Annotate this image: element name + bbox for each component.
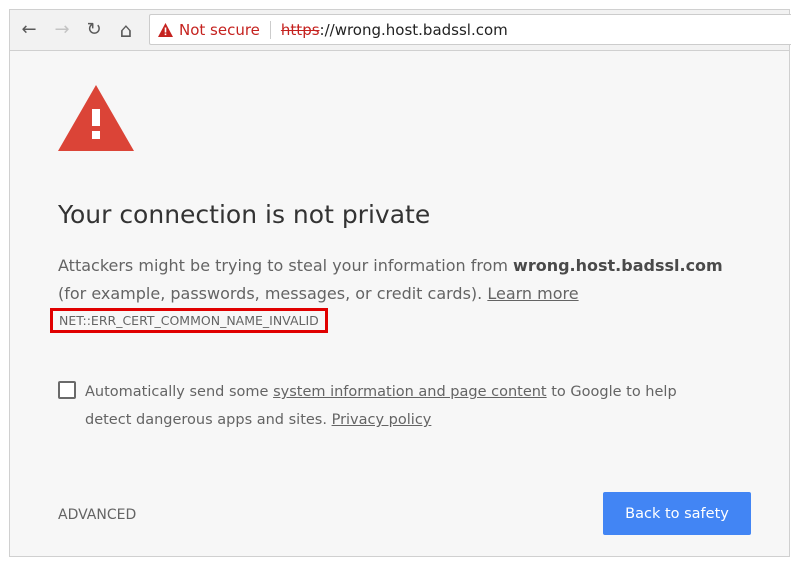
system-info-link[interactable]: system information and page content: [273, 384, 547, 400]
learn-more-link[interactable]: Learn more: [487, 284, 578, 303]
send-info-checkbox[interactable]: [58, 381, 76, 399]
description: Attackers might be trying to steal your …: [58, 252, 738, 308]
checkbox-label: Automatically send some system informati…: [85, 378, 725, 434]
advanced-button[interactable]: ADVANCED: [58, 507, 136, 523]
interstitial-content: Your connection is not private Attackers…: [10, 10, 789, 556]
desc-text-2: (for example, passwords, messages, or cr…: [58, 284, 488, 303]
back-to-safety-button[interactable]: Back to safety: [603, 492, 751, 535]
cb-text: Automatically send some: [85, 384, 274, 400]
desc-host: wrong.host.badssl.com: [513, 256, 723, 275]
privacy-policy-link[interactable]: Privacy policy: [332, 412, 432, 428]
error-code: NET::ERR_CERT_COMMON_NAME_INVALID: [50, 308, 328, 333]
desc-text: Attackers might be trying to steal your …: [58, 256, 514, 275]
page-title: Your connection is not private: [58, 200, 431, 229]
browser-window: ← → ↻ ⌂ Not secure https://wrong.host.ba…: [9, 9, 791, 557]
warning-triangle-icon: [58, 85, 134, 151]
